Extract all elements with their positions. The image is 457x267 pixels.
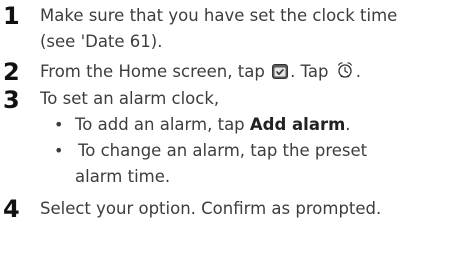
bullet-text: To add an alarm, tap Add alarm. xyxy=(75,113,351,137)
bullet-text-line: To change an alarm, tap the preset xyxy=(78,141,368,160)
bullet-text-line: alarm time. xyxy=(75,167,171,186)
step-text-line: Make sure that you have set the clock ti… xyxy=(40,6,398,25)
step-number: 3 xyxy=(3,86,20,114)
step-number: 2 xyxy=(3,58,20,86)
add-alarm-label: Add alarm xyxy=(249,115,346,134)
bullet-text-part: To add an alarm, tap xyxy=(75,115,250,134)
bullet-text-part: . xyxy=(345,115,351,134)
alarm-clock-icon xyxy=(336,61,354,86)
step-text-line: (see 'Date 61). xyxy=(40,32,163,51)
bullet-marker: • xyxy=(54,141,64,160)
step-number: 1 xyxy=(3,2,20,30)
step-text-line: Select your option. Confirm as prompted. xyxy=(40,199,382,218)
step-text: . Tap xyxy=(290,62,329,81)
step-text-line: To set an alarm clock, xyxy=(40,89,220,108)
bullet-marker: • xyxy=(54,115,64,134)
step-text: From the Home screen, tap xyxy=(40,62,265,81)
step-text-line: From the Home screen, tap . Tap . xyxy=(40,60,361,86)
step-number: 4 xyxy=(3,195,20,223)
step-text: . xyxy=(355,62,361,81)
calendar-check-icon xyxy=(272,62,289,86)
